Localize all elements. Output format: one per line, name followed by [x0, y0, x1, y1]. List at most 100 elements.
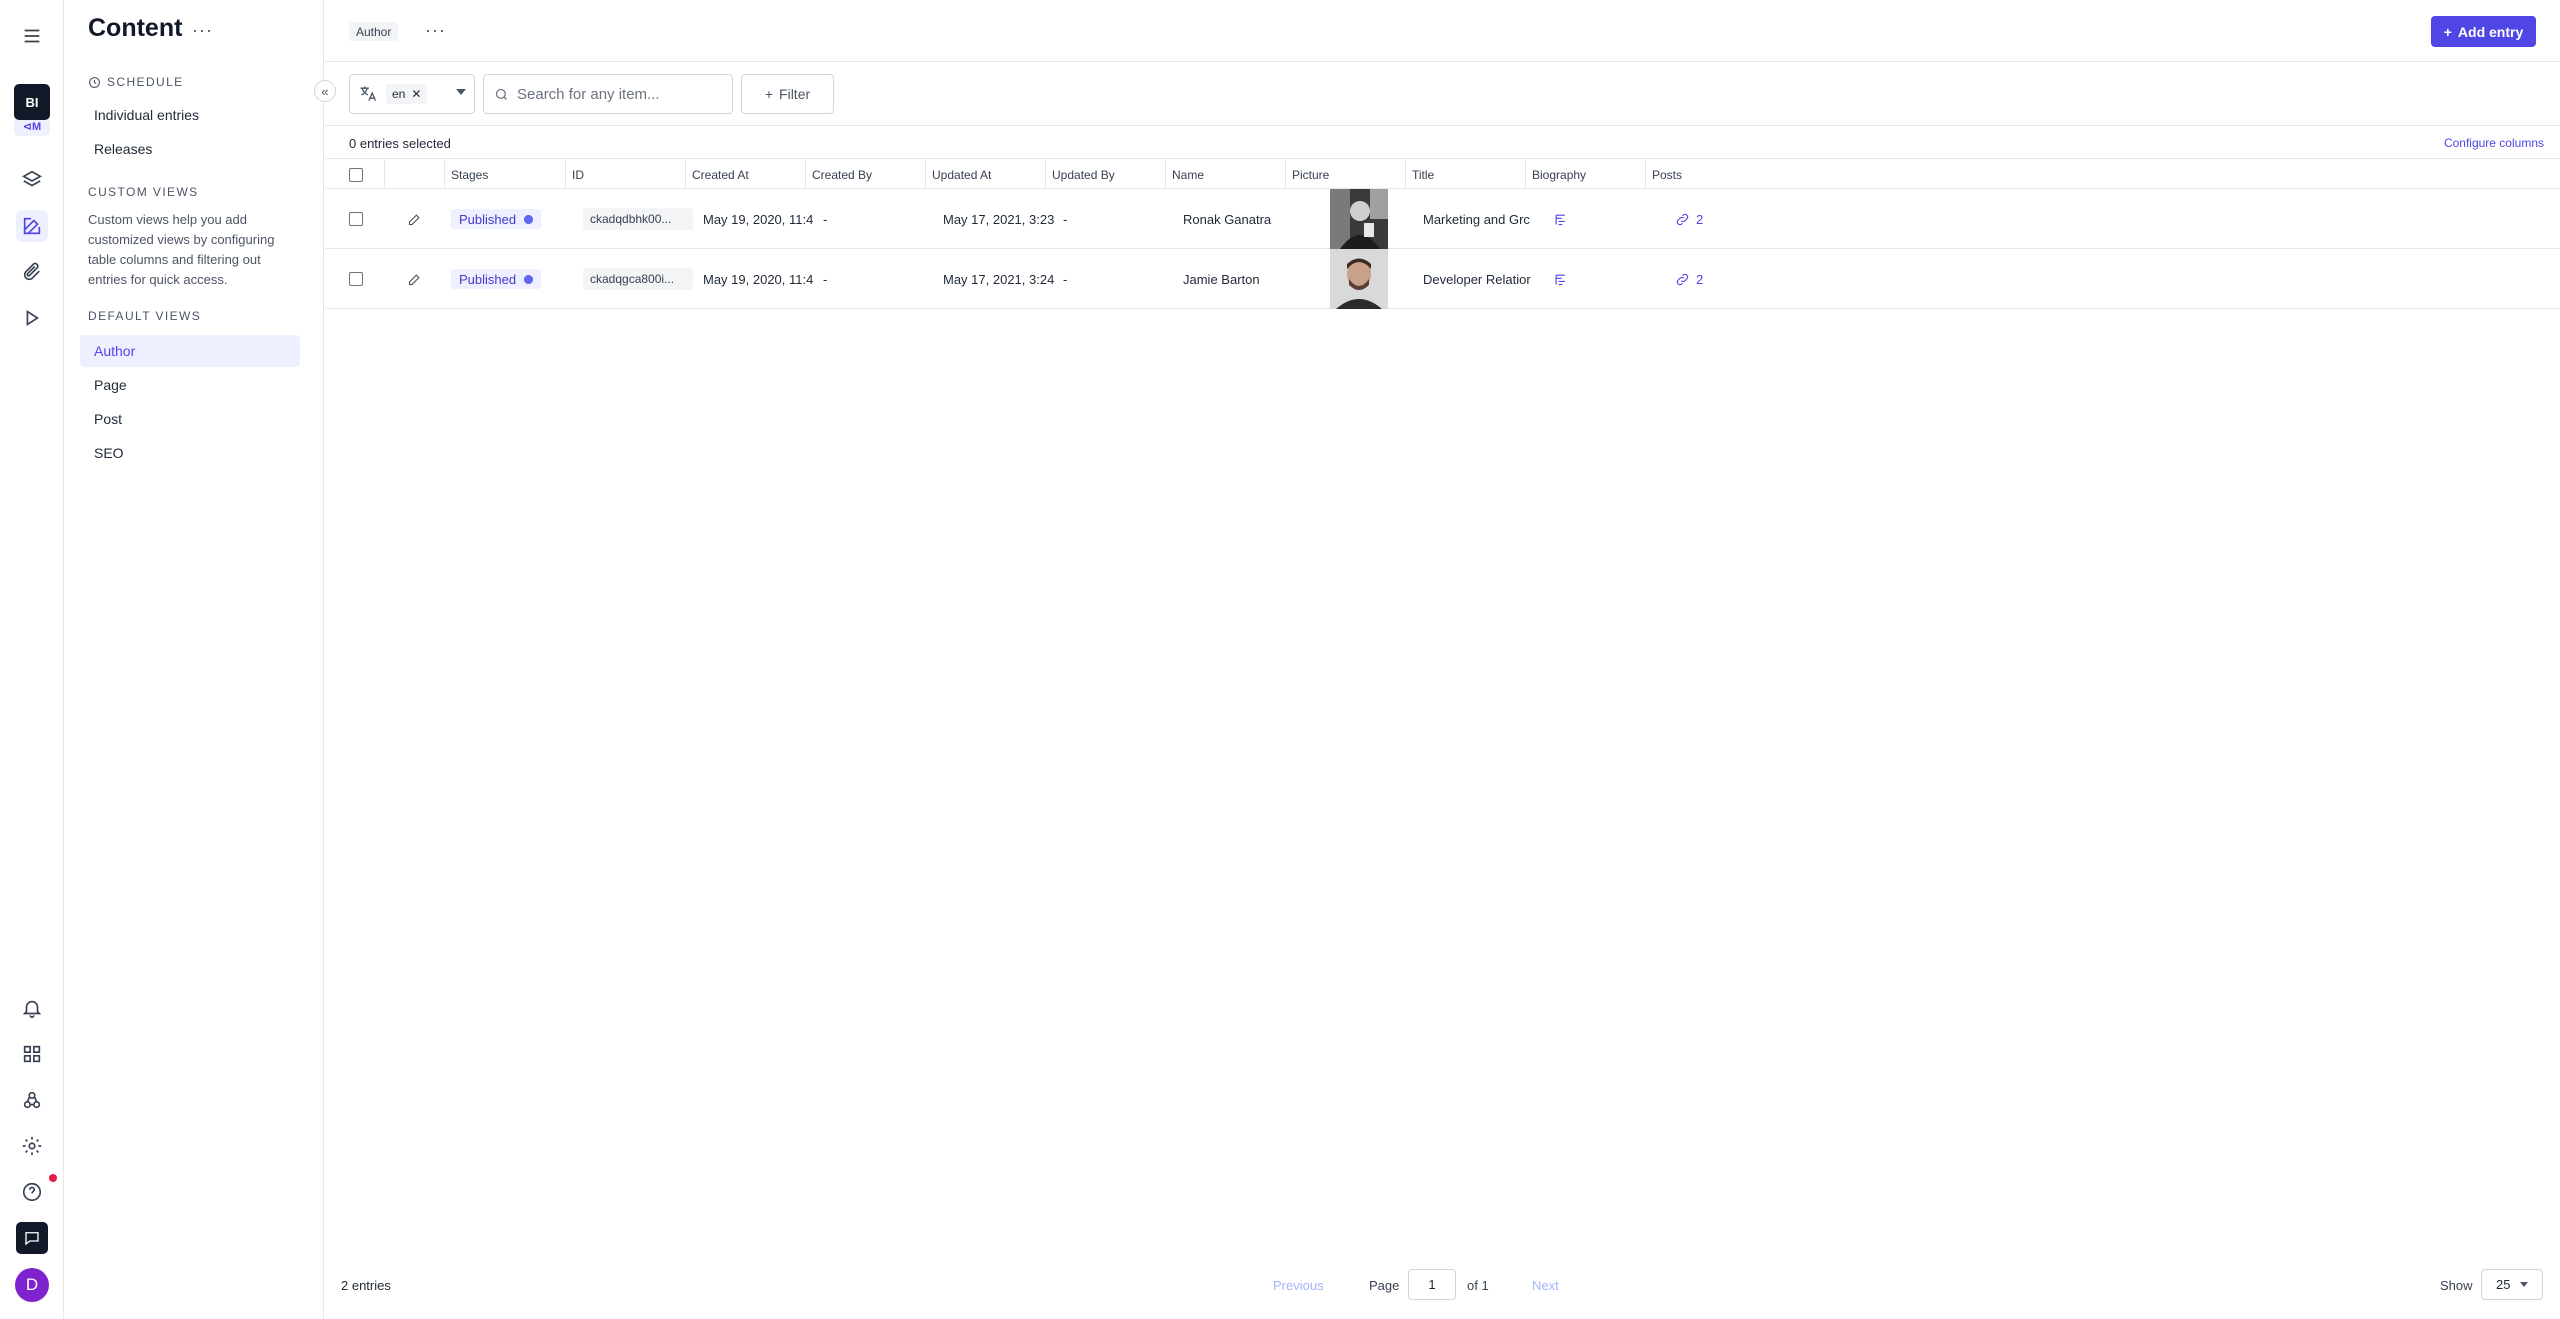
- schema-layers-icon[interactable]: [16, 164, 48, 196]
- column-header-id[interactable]: ID: [566, 160, 686, 189]
- schedule-heading: Schedule: [88, 75, 184, 89]
- stage-badge: Published: [451, 209, 542, 229]
- created-by-cell: -: [823, 211, 828, 227]
- title-cell: Marketing and Grc: [1423, 211, 1530, 227]
- table-row[interactable]: Published ckadqdbhk00... May 19, 2020, 1…: [325, 189, 2560, 249]
- sidebar-item-page[interactable]: Page: [80, 369, 300, 401]
- actions-column-header: [385, 160, 445, 189]
- view-more-icon[interactable]: ···: [425, 20, 446, 41]
- row-checkbox[interactable]: [349, 212, 363, 226]
- link-icon: [1676, 213, 1689, 225]
- default-views-heading: Default views: [88, 309, 202, 323]
- total-entries: 2 entries: [341, 1278, 391, 1293]
- model-chip: Author: [349, 22, 399, 41]
- column-header-updated-at[interactable]: Updated At: [926, 160, 1046, 189]
- table-header: Stages ID Created At Created By Updated …: [325, 160, 2560, 189]
- notifications-bell-icon[interactable]: [16, 992, 48, 1024]
- clock-icon: [89, 76, 100, 88]
- previous-page-button[interactable]: Previous: [1273, 1278, 1324, 1293]
- column-header-title[interactable]: Title: [1406, 160, 1526, 189]
- edit-pencil-icon[interactable]: [407, 189, 437, 249]
- stage-info-icon: [524, 274, 534, 284]
- sidebar-item-seo[interactable]: SEO: [80, 437, 300, 469]
- add-entry-button[interactable]: + Add entry: [2431, 16, 2536, 47]
- id-cell: ckadqgca800i...: [583, 249, 697, 309]
- stage-info-icon: [524, 214, 534, 224]
- assets-paperclip-icon[interactable]: [16, 256, 48, 288]
- stage-cell: Published: [451, 189, 561, 249]
- icon-rail: BI ⊲M D: [0, 0, 64, 1319]
- title-cell: Developer Relatior: [1423, 271, 1531, 287]
- collapse-sidebar-icon[interactable]: «: [314, 80, 336, 102]
- playground-play-icon[interactable]: [16, 302, 48, 334]
- select-all-checkbox[interactable]: [349, 167, 363, 182]
- menu-icon[interactable]: [16, 20, 48, 52]
- column-header-picture[interactable]: Picture: [1286, 160, 1406, 189]
- row-select-cell: [349, 189, 385, 249]
- custom-views-heading: Custom views: [88, 185, 199, 199]
- project-badge[interactable]: BI: [14, 84, 50, 120]
- remove-locale-icon[interactable]: ✕: [411, 87, 421, 101]
- link-icon: [1676, 273, 1689, 285]
- column-header-posts[interactable]: Posts: [1646, 160, 1766, 189]
- sidebar-item-individual-entries[interactable]: Individual entries: [80, 99, 300, 131]
- sidebar-item-post[interactable]: Post: [80, 403, 300, 435]
- custom-views-description: Custom views help you add customized vie…: [88, 212, 275, 287]
- help-question-icon[interactable]: [16, 1176, 48, 1208]
- column-header-updated-by[interactable]: Updated By: [1046, 160, 1166, 189]
- sidebar-item-author[interactable]: Author: [80, 335, 300, 367]
- next-page-button[interactable]: Next: [1532, 1278, 1559, 1293]
- row-checkbox[interactable]: [349, 272, 363, 286]
- settings-gear-icon[interactable]: [16, 1130, 48, 1162]
- webhooks-icon[interactable]: [16, 1084, 48, 1116]
- sidebar-more-icon[interactable]: ···: [192, 20, 213, 41]
- search-input[interactable]: [517, 85, 717, 103]
- top-bar: Author ··· + Add entry: [325, 0, 2560, 62]
- author-photo-image: [1330, 249, 1388, 309]
- chat-icon[interactable]: [16, 1222, 48, 1254]
- created-at-cell: May 19, 2020, 11:4: [703, 211, 814, 227]
- plus-icon: +: [2443, 23, 2452, 40]
- updated-by-cell: -: [1063, 211, 1068, 227]
- updated-at-cell: May 17, 2021, 3:23: [943, 211, 1055, 227]
- column-header-biography[interactable]: Biography: [1526, 160, 1646, 189]
- filter-button[interactable]: + Filter: [741, 74, 834, 114]
- created-at-cell: May 19, 2020, 11:4: [703, 271, 814, 287]
- help-notification-dot: [49, 1174, 57, 1182]
- user-avatar[interactable]: D: [15, 1268, 49, 1302]
- page-size-select[interactable]: 25: [2481, 1269, 2543, 1300]
- edit-pencil-icon[interactable]: [407, 249, 437, 309]
- table-row[interactable]: Published ckadqgca800i... May 19, 2020, …: [325, 249, 2560, 309]
- id-cell: ckadqdbhk00...: [583, 189, 697, 249]
- chevron-down-icon[interactable]: [456, 89, 466, 95]
- posts-link[interactable]: 2: [1675, 249, 1735, 309]
- column-header-name[interactable]: Name: [1166, 160, 1286, 189]
- name-cell: Ronak Ganatra: [1183, 211, 1272, 227]
- author-photo-image: [1330, 189, 1388, 249]
- posts-link[interactable]: 2: [1675, 189, 1735, 249]
- locale-select[interactable]: en ✕: [349, 74, 475, 114]
- row-select-cell: [349, 249, 385, 309]
- column-header-stages[interactable]: Stages: [445, 160, 566, 189]
- plus-icon: +: [764, 86, 774, 102]
- search-icon: [495, 88, 507, 100]
- translate-icon: [360, 86, 377, 101]
- id-chip[interactable]: ckadqdbhk00...: [583, 208, 693, 230]
- picture-thumbnail[interactable]: [1330, 189, 1388, 249]
- sidebar-item-releases[interactable]: Releases: [80, 133, 300, 165]
- content-edit-icon[interactable]: [16, 210, 48, 242]
- search-field[interactable]: [483, 74, 733, 114]
- rich-text-icon[interactable]: [1553, 189, 1593, 249]
- column-header-created-at[interactable]: Created At: [686, 160, 806, 189]
- page-number-input[interactable]: 1: [1408, 1269, 1456, 1300]
- updated-at-cell: May 17, 2021, 3:24: [943, 271, 1055, 287]
- project-environment-label: ⊲M: [14, 120, 50, 136]
- page-label: Page: [1369, 1278, 1400, 1293]
- configure-columns-link[interactable]: Configure columns: [2444, 136, 2544, 150]
- picture-thumbnail[interactable]: [1330, 249, 1388, 309]
- column-header-created-by[interactable]: Created By: [806, 160, 926, 189]
- id-chip[interactable]: ckadqgca800i...: [583, 268, 693, 290]
- rich-text-icon[interactable]: [1553, 249, 1593, 309]
- selection-count: 0 entries selected: [349, 136, 451, 151]
- apps-grid-icon[interactable]: [16, 1038, 48, 1070]
